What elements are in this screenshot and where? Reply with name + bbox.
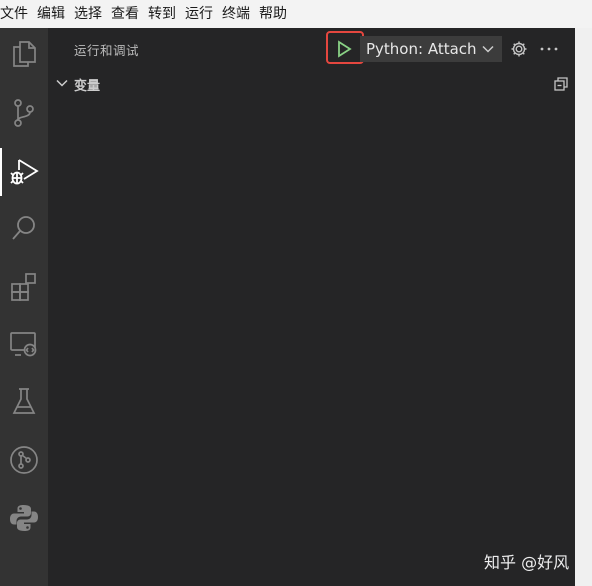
remote-explorer-icon[interactable] — [0, 320, 48, 368]
watermark: 知乎 @好风 — [484, 553, 570, 572]
python-icon[interactable] — [0, 494, 48, 542]
gear-icon — [511, 41, 527, 57]
play-icon — [338, 40, 352, 58]
sidebar-title: 运行和调试 — [74, 43, 140, 58]
launch-config-select[interactable]: Python: Attach — [360, 36, 502, 62]
search-icon[interactable] — [0, 204, 48, 252]
menu-view[interactable]: 查看 — [109, 0, 143, 28]
menu-selection[interactable]: 选择 — [72, 0, 106, 28]
menu-terminal[interactable]: 终端 — [220, 0, 254, 28]
chevron-down-icon — [56, 79, 68, 87]
run-debug-icon[interactable] — [0, 148, 48, 196]
sidebar-header: 运行和调试 Python: Attach — [48, 28, 575, 68]
window-edge — [575, 28, 592, 586]
menu-go[interactable]: 转到 — [146, 0, 180, 28]
menu-bar: 文件 编辑 选择 查看 转到 运行 终端 帮助 — [0, 0, 592, 28]
menu-help[interactable]: 帮助 — [257, 0, 291, 28]
variables-section-title: 变量 — [74, 79, 101, 94]
chevron-down-icon — [482, 45, 494, 53]
source-control-icon[interactable] — [0, 89, 48, 137]
extensions-icon[interactable] — [0, 263, 48, 311]
ellipsis-icon — [540, 47, 558, 51]
git-graph-icon[interactable] — [0, 436, 48, 484]
activity-bar — [0, 28, 48, 586]
testing-icon[interactable] — [0, 378, 48, 426]
run-debug-sidebar: 运行和调试 Python: Attach 变量 — [48, 28, 575, 586]
variables-section-header[interactable]: 变量 — [48, 72, 575, 96]
launch-config-value: Python: Attach — [366, 40, 477, 58]
menu-edit[interactable]: 编辑 — [35, 0, 69, 28]
more-actions-button[interactable] — [538, 39, 560, 59]
collapse-all-icon[interactable] — [553, 76, 569, 92]
explorer-icon[interactable] — [0, 30, 48, 78]
open-launch-json-button[interactable] — [509, 39, 529, 59]
start-debugging-button[interactable] — [333, 38, 355, 60]
menu-file[interactable]: 文件 — [0, 0, 32, 28]
menu-run[interactable]: 运行 — [183, 0, 217, 28]
